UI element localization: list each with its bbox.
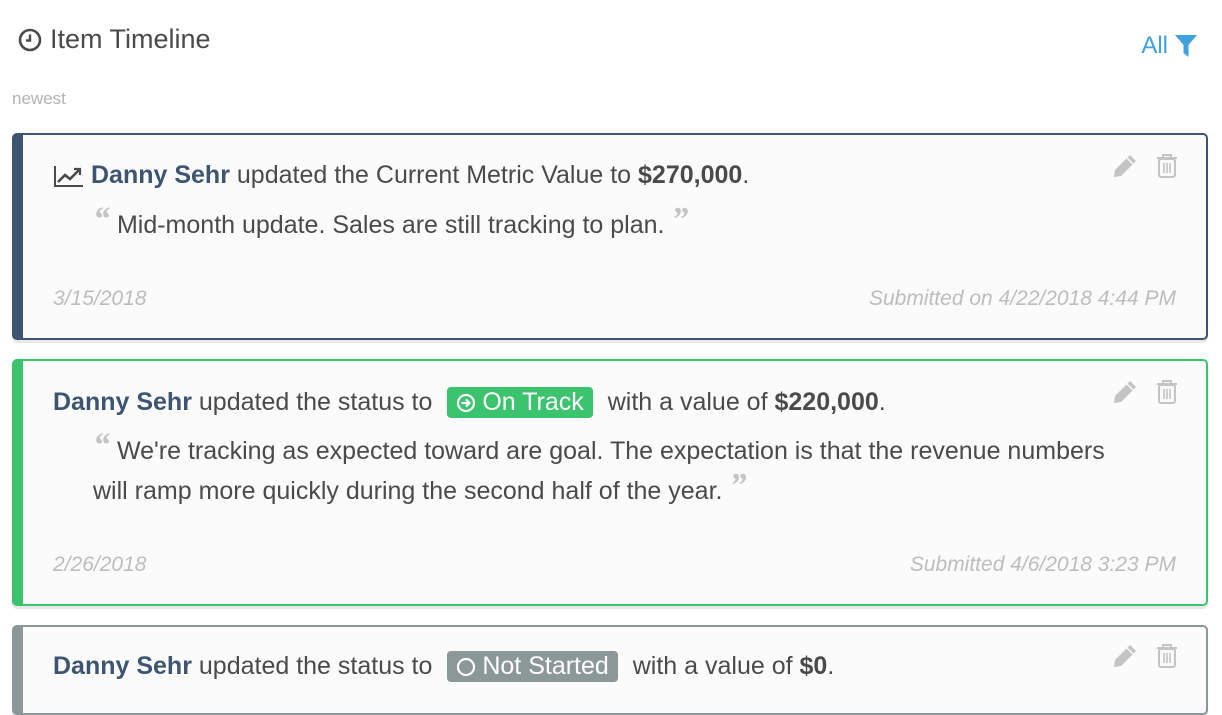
summary-text: updated the status to — [191, 652, 440, 680]
timeline-header: Item Timeline — [18, 24, 211, 55]
filter-icon — [1175, 35, 1197, 57]
metric-value: $270,000 — [638, 161, 743, 189]
line-chart-icon — [54, 165, 83, 187]
status-label: Not Started — [482, 652, 609, 680]
delete-button[interactable] — [1156, 153, 1178, 179]
entry-actions — [1112, 153, 1178, 179]
entry-date: 2/26/2018 — [53, 553, 147, 576]
entry-comment: “ Mid-month update. Sales are still trac… — [93, 203, 1116, 245]
pencil-icon — [1114, 381, 1136, 403]
timeline-entry: Danny Sehr updated the status to Not Sta… — [12, 625, 1208, 715]
arrow-circle-right-icon — [457, 393, 476, 412]
summary-end: . — [827, 652, 835, 680]
pencil-icon — [1114, 645, 1136, 667]
open-quote-icon: “ — [93, 201, 110, 238]
summary-text: updated the Current Metric Value to — [229, 161, 639, 189]
submitted-timestamp: Submitted 4/6/2018 3:23 PM — [909, 553, 1176, 576]
status-value: $220,000 — [774, 388, 879, 416]
status-value: $0 — [799, 652, 828, 680]
entry-date: 3/15/2018 — [53, 287, 147, 310]
entry-summary: Danny Sehr updated the status to On Trac… — [53, 387, 886, 418]
filter-button[interactable]: All — [1141, 32, 1198, 60]
trash-icon — [1157, 380, 1177, 404]
user-name[interactable]: Danny Sehr — [53, 388, 192, 417]
timeline-entry: Danny Sehr updated the Current Metric Va… — [12, 133, 1208, 340]
entry-actions — [1112, 643, 1178, 669]
summary-end: . — [742, 161, 750, 189]
summary-end: . — [878, 388, 886, 416]
status-badge: On Track — [447, 387, 593, 418]
summary-text-mid: with a value of — [625, 652, 800, 680]
trash-icon — [1157, 154, 1177, 178]
user-name[interactable]: Danny Sehr — [53, 652, 192, 681]
entry-comment: “ We're tracking as expected toward are … — [93, 429, 1106, 511]
edit-button[interactable] — [1112, 643, 1138, 669]
entry-summary: Danny Sehr updated the status to Not Sta… — [53, 651, 834, 682]
edit-button[interactable] — [1112, 153, 1138, 179]
user-name[interactable]: Danny Sehr — [91, 161, 230, 190]
entry-summary: Danny Sehr updated the Current Metric Va… — [53, 161, 749, 190]
edit-button[interactable] — [1112, 379, 1138, 405]
open-quote-icon: “ — [93, 427, 110, 464]
submitted-timestamp: Submitted on 4/22/2018 4:44 PM — [868, 287, 1176, 310]
status-badge: Not Started — [447, 651, 618, 682]
status-label: On Track — [482, 388, 584, 416]
summary-text: updated the status to — [191, 388, 440, 416]
comment-text: We're tracking as expected toward are go… — [93, 437, 1105, 505]
close-quote-icon: ” — [729, 467, 747, 504]
pencil-icon — [1114, 155, 1136, 177]
close-quote-icon: ” — [671, 201, 689, 238]
clock-icon — [18, 28, 42, 51]
trash-icon — [1157, 644, 1177, 668]
page-title: Item Timeline — [50, 24, 211, 54]
sort-order-label: newest — [12, 89, 66, 108]
summary-text-mid: with a value of — [600, 388, 775, 416]
circle-outline-icon — [457, 657, 476, 676]
comment-text: Mid-month update. Sales are still tracki… — [116, 211, 665, 239]
timeline-entry: Danny Sehr updated the status to On Trac… — [12, 359, 1208, 606]
entry-actions — [1112, 379, 1178, 405]
filter-label: All — [1141, 32, 1168, 59]
delete-button[interactable] — [1156, 379, 1178, 405]
delete-button[interactable] — [1156, 643, 1178, 669]
